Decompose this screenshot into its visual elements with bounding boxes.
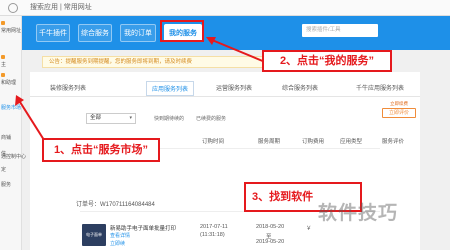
screenshot: 搜索应用 | 常用网址 常用网址 主 和助理 服务市场 商铺 信 定 服务 通控… <box>0 0 450 250</box>
arrow-step2 <box>211 39 266 63</box>
arrow-step1 <box>19 101 45 141</box>
watermark: 软件技巧 <box>318 203 399 224</box>
callout-step1: 1、点击“服务市场” <box>42 138 160 162</box>
callout-step2: 2、点击“我的服务” <box>262 50 392 72</box>
